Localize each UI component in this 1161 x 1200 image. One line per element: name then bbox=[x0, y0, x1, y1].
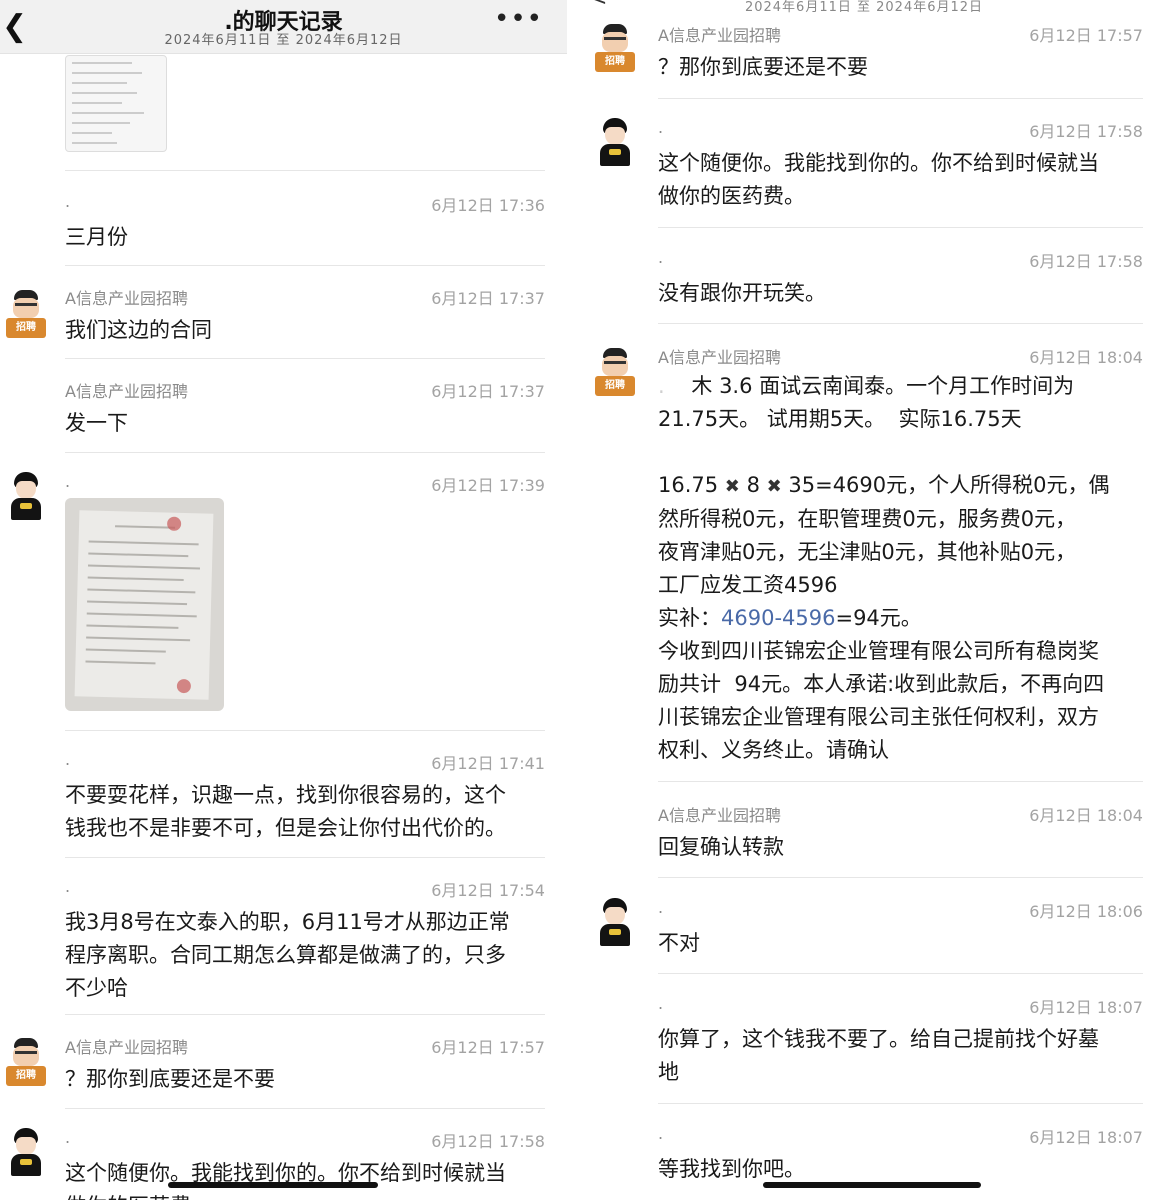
message-time: 6月12日 17:39 bbox=[431, 476, 545, 495]
message-item[interactable]: A信息产业园招聘 6月12日 17:57 ？那你到底要还是不要 bbox=[65, 1034, 545, 1094]
message-time: 6月12日 17:57 bbox=[1029, 26, 1143, 45]
sender-name: A信息产业园招聘 bbox=[65, 289, 188, 308]
top-nav-bar: ❮ .的聊天记录 2024年6月11日 至 2024年6月12日 ••• bbox=[0, 0, 567, 54]
recruiter-avatar[interactable]: 招聘 bbox=[2, 290, 50, 342]
multiply-icon: ✖ bbox=[724, 476, 740, 497]
sender-name: . bbox=[658, 994, 664, 1013]
message-time: 6月12日 17:58 bbox=[1029, 252, 1143, 271]
sender-name: . bbox=[65, 1128, 71, 1147]
message-time: 6月12日 17:57 bbox=[431, 1038, 545, 1057]
calculation-link[interactable]: 4690-4596 bbox=[721, 606, 835, 630]
message-item[interactable]: A信息产业园招聘 6月12日 17:37 发一下 bbox=[65, 378, 545, 438]
message-item[interactable]: . 6月12日 17:54 我3月8号在文泰入的职，6月11号才从那边正常 程序… bbox=[65, 877, 545, 1007]
more-options-icon[interactable]: ••• bbox=[494, 4, 543, 34]
message-text: 不对 bbox=[658, 931, 700, 955]
message-item[interactable]: A信息产业园招聘 6月12日 17:37 我们这边的合同 bbox=[65, 285, 545, 345]
sender-name: . bbox=[658, 898, 664, 917]
message-text: 你算了，这个钱我不要了。给自己提前找个好墓 地 bbox=[658, 1027, 1099, 1084]
home-indicator[interactable] bbox=[763, 1182, 981, 1188]
sender-name: . bbox=[658, 1124, 664, 1143]
message-text: 回复确认转款 bbox=[658, 835, 784, 859]
sender-name: . bbox=[65, 877, 71, 896]
message-item[interactable]: . 6月12日 18:07 你算了，这个钱我不要了。给自己提前找个好墓 地 bbox=[658, 994, 1143, 1094]
sender-name: . bbox=[65, 472, 71, 491]
image-message-thumbnail[interactable] bbox=[65, 55, 167, 152]
message-text: 我3月8号在文泰入的职，6月11号才从那边正常 程序离职。合同工期怎么算都是做满… bbox=[65, 910, 510, 1000]
message-time: 6月12日 17:37 bbox=[431, 382, 545, 401]
message-text: 没有跟你开玩笑。 bbox=[658, 281, 826, 305]
sender-name: A信息产业园招聘 bbox=[65, 1038, 188, 1057]
user-avatar[interactable] bbox=[591, 118, 639, 170]
sender-name: A信息产业园招聘 bbox=[65, 382, 188, 401]
date-range: 2024年6月11日 至 2024年6月12日 bbox=[164, 33, 403, 48]
message-item[interactable]: A信息产业园招聘 6月12日 17:57 ？那你到底要还是不要 bbox=[658, 22, 1143, 82]
left-chat-panel: ❮ .的聊天记录 2024年6月11日 至 2024年6月12日 ••• . 6… bbox=[0, 0, 567, 1200]
sender-name: . bbox=[65, 192, 71, 211]
message-item[interactable]: . 6月12日 18:06 不对 bbox=[658, 898, 1143, 958]
message-text: ？那你到底要还是不要 bbox=[65, 1067, 275, 1091]
sender-name: . bbox=[65, 750, 71, 769]
avatar-sign-label: 招聘 bbox=[6, 318, 46, 338]
user-avatar[interactable] bbox=[591, 898, 639, 950]
message-item[interactable]: . 6月12日 17:58 这个随便你。我能找到你的。你不给到时候就当 做你的医… bbox=[658, 118, 1143, 218]
message-item[interactable]: . 6月12日 17:58 没有跟你开玩笑。 bbox=[658, 248, 1143, 308]
message-item[interactable]: . 6月12日 17:41 不要耍花样，识趣一点，找到你很容易的，这个 钱我也不… bbox=[65, 750, 545, 850]
message-time: 6月12日 18:06 bbox=[1029, 902, 1143, 921]
right-chat-panel: < 2024年6月11日 至 2024年6月12日 招聘 A信息产业园招聘 6月… bbox=[567, 0, 1161, 1200]
avatar-sign-label: 招聘 bbox=[595, 52, 635, 72]
message-time: 6月12日 17:41 bbox=[431, 754, 545, 773]
message-text: ？那你到底要还是不要 bbox=[658, 55, 868, 79]
message-text: 这个随便你。我能找到你的。你不给到时候就当 做你的医药费。 bbox=[658, 151, 1099, 208]
message-item[interactable]: . 6月12日 17:58 这个随便你。我能找到你的。你不给到时候就当 做你的医… bbox=[65, 1128, 545, 1200]
home-indicator[interactable] bbox=[168, 1182, 378, 1188]
message-time: 6月12日 17:37 bbox=[431, 289, 545, 308]
user-avatar[interactable] bbox=[2, 1128, 50, 1180]
message-time: 6月12日 18:07 bbox=[1029, 1128, 1143, 1147]
message-text: 三月份 bbox=[65, 225, 128, 249]
avatar-sign-label: 招聘 bbox=[595, 376, 635, 396]
recruiter-avatar[interactable]: 招聘 bbox=[591, 24, 639, 76]
user-avatar[interactable] bbox=[2, 472, 50, 524]
multiply-icon: ✖ bbox=[766, 476, 782, 497]
sender-name: A信息产业园招聘 bbox=[658, 348, 781, 367]
message-text: 我们这边的合同 bbox=[65, 318, 212, 342]
message-time: 6月12日 17:58 bbox=[1029, 122, 1143, 141]
message-time: 6月12日 18:04 bbox=[1029, 348, 1143, 367]
message-item[interactable]: . 6月12日 17:36 三月份 bbox=[65, 192, 545, 252]
sender-name: . bbox=[658, 248, 664, 267]
message-item[interactable]: A信息产业园招聘 6月12日 18:04 回复确认转款 bbox=[658, 802, 1143, 862]
message-time: 6月12日 17:54 bbox=[431, 881, 545, 900]
date-range: 2024年6月11日 至 2024年6月12日 bbox=[744, 0, 984, 15]
message-text: 发一下 bbox=[65, 411, 128, 435]
sender-name: A信息产业园招聘 bbox=[658, 26, 781, 45]
message-text: 不要耍花样，识趣一点，找到你很容易的，这个 钱我也不是非要不可，但是会让你付出代… bbox=[65, 783, 506, 840]
message-time: 6月12日 17:36 bbox=[431, 196, 545, 215]
message-item[interactable]: A信息产业园招聘 6月12日 18:04 . 木 3.6 面试云南闻泰。一个月工… bbox=[658, 344, 1143, 764]
blurred-text: . bbox=[658, 374, 692, 398]
recruiter-avatar[interactable]: 招聘 bbox=[591, 348, 639, 400]
sender-name: A信息产业园招聘 bbox=[658, 806, 781, 825]
message-item[interactable]: . 6月12日 18:07 等我找到你吧。 bbox=[658, 1124, 1143, 1184]
message-time: 6月12日 18:04 bbox=[1029, 806, 1143, 825]
message-text: 这个随便你。我能找到你的。你不给到时候就当 做你的医药费 bbox=[65, 1161, 506, 1200]
salary-message-text: . 木 3.6 面试云南闻泰。一个月工作时间为 21.75天。 试用期5天。 实… bbox=[658, 374, 1110, 762]
sender-name: . bbox=[658, 118, 664, 137]
avatar-sign-label: 招聘 bbox=[6, 1066, 46, 1086]
message-time: 6月12日 17:58 bbox=[431, 1132, 545, 1151]
contract-photo[interactable] bbox=[65, 498, 224, 711]
recruiter-avatar[interactable]: 招聘 bbox=[2, 1038, 50, 1090]
message-time: 6月12日 18:07 bbox=[1029, 998, 1143, 1017]
